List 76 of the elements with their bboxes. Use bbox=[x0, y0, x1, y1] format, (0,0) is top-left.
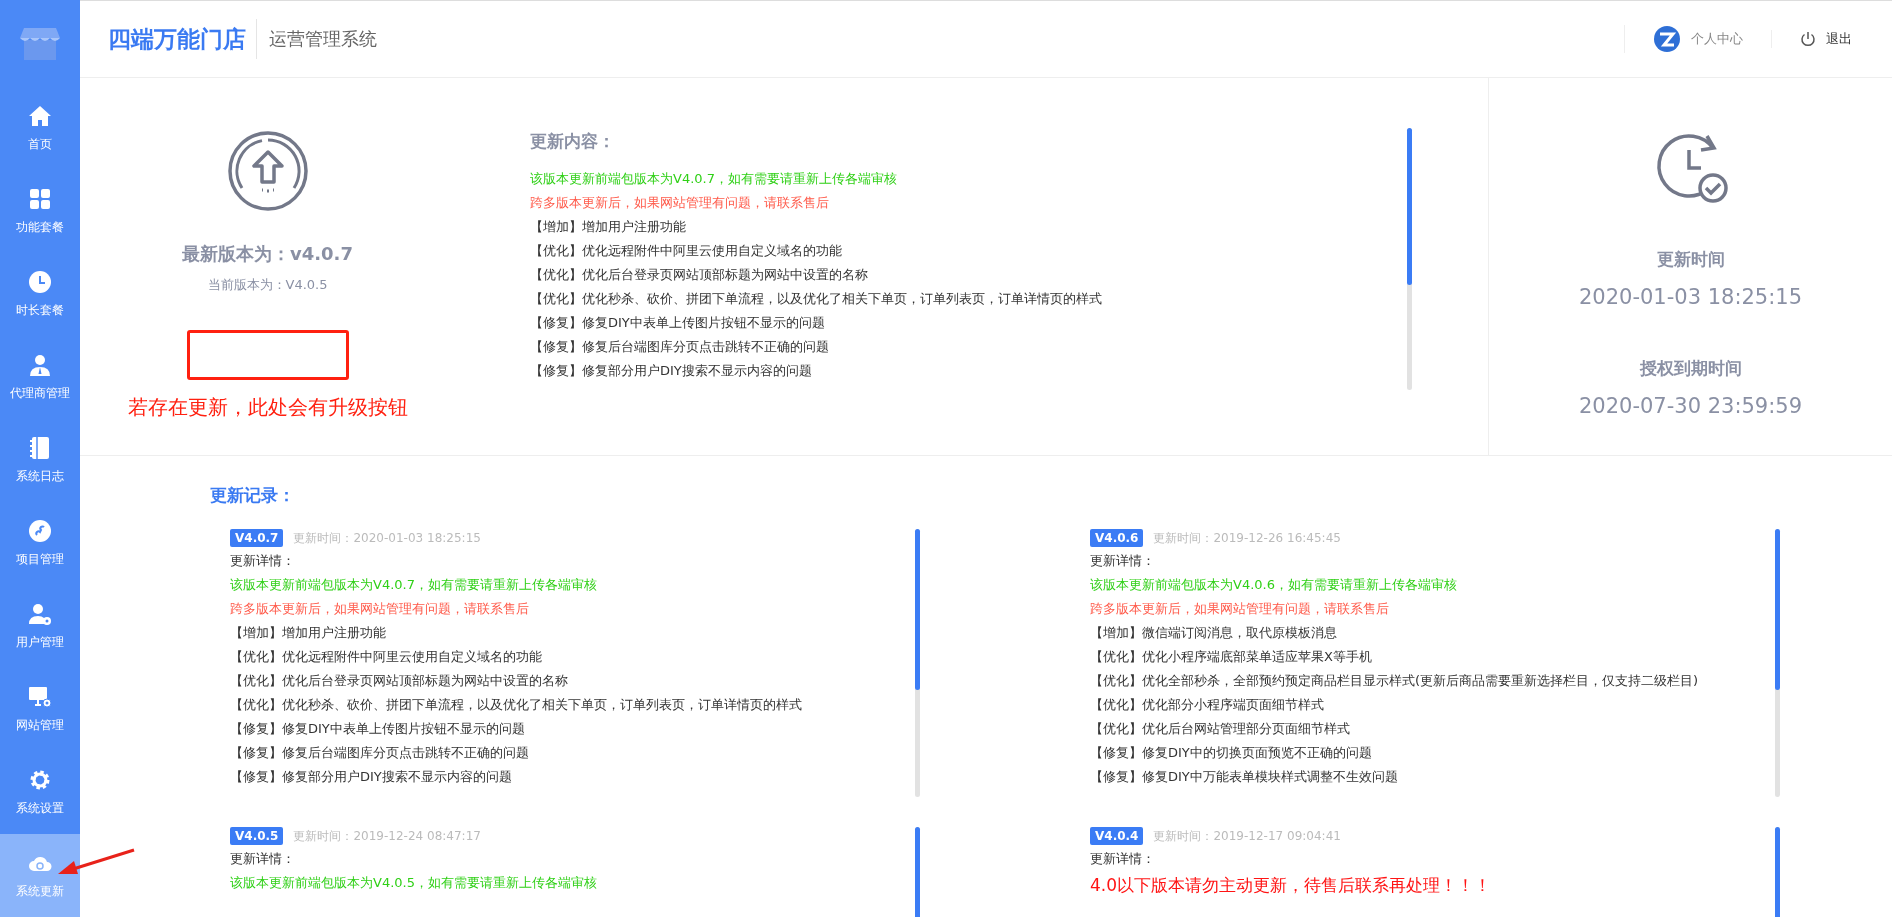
latest-version: 最新版本为：v4.0.7 bbox=[182, 242, 353, 266]
section-title: 更新内容： bbox=[530, 130, 616, 153]
section-title: 更新记录： bbox=[210, 484, 296, 507]
update-line: 【修复】修复DIY中表单上传图片按钮不显示的问题 bbox=[530, 314, 826, 332]
update-line: 【修复】修复DIY中的切换页面预览不正确的问题 bbox=[1090, 744, 1373, 762]
update-line: 跨多版本更新后，如果网站管理有问题，请联系售后 bbox=[1090, 600, 1390, 618]
update-line: 该版本更新前端包版本为V4.0.6，如有需要请重新上传各端审核 bbox=[1090, 576, 1458, 594]
notebook-icon bbox=[28, 436, 52, 460]
update-line: 【修复】修复部分用户DIY搜索不显示内容的问题 bbox=[230, 768, 513, 786]
update-line: 跨多版本更新后，如果网站管理有问题，请联系售后 bbox=[230, 600, 530, 618]
home-icon bbox=[28, 104, 52, 128]
update-line: 【修复】修复DIY中万能表单模块样式调整不生效问题 bbox=[1090, 768, 1399, 786]
annotation-text: 若存在更新，此处会有升级按钮 bbox=[127, 394, 408, 421]
details-label: 更新详情： bbox=[1090, 552, 1156, 570]
details-label: 更新详情： bbox=[1090, 850, 1156, 868]
update-line: 该版本更新前端包版本为V4.0.5，如有需要请重新上传各端审核 bbox=[230, 874, 598, 892]
update-line: 【优化】优化秒杀、砍价、拼团下单流程，以及优化了相关下单页，订单列表页，订单详情页的样式 bbox=[530, 290, 1103, 308]
sidebar-item[interactable]: 项目管理 bbox=[0, 502, 80, 585]
update-time: 更新时间：2019-12-26 16:45:45 bbox=[1153, 529, 1341, 547]
update-time: 更新时间：2019-12-17 09:04:41 bbox=[1153, 827, 1341, 845]
version-badge: V4.0.4 bbox=[1090, 827, 1144, 845]
update-line: 【增加】增加用户注册功能 bbox=[230, 624, 387, 642]
sidebar-item[interactable]: 系统日志 bbox=[0, 419, 80, 502]
update-line: 【修复】修复后台端图库分页点击跳转不正确的问题 bbox=[530, 338, 830, 356]
sidebar-item[interactable]: 系统设置 bbox=[0, 751, 80, 834]
brand-title: 四端万能门店 bbox=[108, 19, 257, 59]
version-badge: V4.0.5 bbox=[230, 827, 284, 845]
grid-icon bbox=[28, 187, 52, 211]
update-line: 【优化】优化后台登录页网站顶部标题为网站中设置的名称 bbox=[230, 672, 569, 690]
update-time-label: 更新时间 bbox=[1656, 248, 1725, 271]
update-line: 【优化】优化后台网站管理部分页面细节样式 bbox=[1090, 720, 1351, 738]
update-line: 【修复】修复部分用户DIY搜索不显示内容的问题 bbox=[530, 362, 813, 380]
sidebar-item[interactable]: 网站管理 bbox=[0, 668, 80, 751]
update-line: 【优化】优化全部秒杀，全部预约预定商品栏目显示样式(更新后商品需要重新选择栏目，仅支持二级栏目) bbox=[1090, 672, 1700, 690]
sidebar-item[interactable]: 用户管理 bbox=[0, 585, 80, 668]
monitor-gear-icon bbox=[28, 685, 52, 709]
update-line: 跨多版本更新后，如果网站管理有问题，请联系售后 bbox=[530, 194, 830, 212]
update-line: 该版本更新前端包版本为V4.0.7，如有需要请重新上传各端审核 bbox=[530, 170, 898, 188]
update-line: 【优化】优化小程序端底部菜单适应苹果X等手机 bbox=[1090, 648, 1373, 666]
store-icon bbox=[20, 25, 60, 62]
update-line: 【优化】优化部分小程序端页面细节样式 bbox=[1090, 696, 1325, 714]
current-version: 当前版本为：V4.0.5 bbox=[207, 276, 328, 294]
update-line: 【优化】优化秒杀、砍价、拼团下单流程，以及优化了相关下单页，订单列表页，订单详情页的样式 bbox=[230, 696, 803, 714]
person-icon bbox=[28, 353, 52, 377]
sidebar-item[interactable]: 首页 bbox=[0, 87, 80, 170]
sidebar-item[interactable]: 代理商管理 bbox=[0, 336, 80, 419]
sidebar-item[interactable]: 功能套餐 bbox=[0, 170, 80, 253]
update-line: 【修复】修复DIY中表单上传图片按钮不显示的问题 bbox=[230, 720, 526, 738]
settings-icon bbox=[28, 768, 52, 792]
details-label: 更新详情： bbox=[230, 850, 296, 868]
update-line: 【修复】修复后台端图库分页点击跳转不正确的问题 bbox=[230, 744, 530, 762]
expiry-time-label: 授权到期时间 bbox=[1639, 357, 1742, 380]
logo-avatar-icon bbox=[1653, 25, 1681, 53]
system-title: 运营管理系统 bbox=[269, 27, 377, 51]
update-time: 更新时间：2019-12-24 08:47:17 bbox=[293, 827, 481, 845]
profile-link[interactable]: 个人中心 bbox=[1624, 25, 1771, 53]
link-icon bbox=[28, 519, 52, 543]
version-badge: V4.0.6 bbox=[1090, 529, 1144, 547]
update-line: 【增加】增加用户注册功能 bbox=[530, 218, 687, 236]
sidebar-item[interactable]: 系统更新 bbox=[0, 834, 80, 917]
update-line: 【增加】微信端订阅消息，取代原模板消息 bbox=[1090, 624, 1338, 642]
update-time: 2020-01-03 18:25:15 bbox=[1578, 285, 1802, 309]
update-line: 【优化】优化远程附件中阿里云使用自定义域名的功能 bbox=[530, 242, 843, 260]
sidebar-item[interactable]: 时长套餐 bbox=[0, 253, 80, 336]
version-badge: V4.0.7 bbox=[230, 529, 284, 547]
update-time: 更新时间：2020-01-03 18:25:15 bbox=[293, 529, 481, 547]
expiry-time: 2020-07-30 23:59:59 bbox=[1578, 394, 1802, 418]
clock-icon bbox=[28, 270, 52, 294]
power-icon bbox=[1800, 31, 1816, 47]
update-line: 【优化】优化后台登录页网站顶部标题为网站中设置的名称 bbox=[530, 266, 869, 284]
update-line: 【优化】优化远程附件中阿里云使用自定义域名的功能 bbox=[230, 648, 543, 666]
logout-link[interactable]: 退出 bbox=[1771, 30, 1852, 48]
details-label: 更新详情： bbox=[230, 552, 296, 570]
update-line: 4.0以下版本请勿主动更新，待售后联系再处理！！！ bbox=[1090, 874, 1493, 897]
update-line: 该版本更新前端包版本为V4.0.7，如有需要请重新上传各端审核 bbox=[230, 576, 598, 594]
user-gear-icon bbox=[28, 602, 52, 626]
